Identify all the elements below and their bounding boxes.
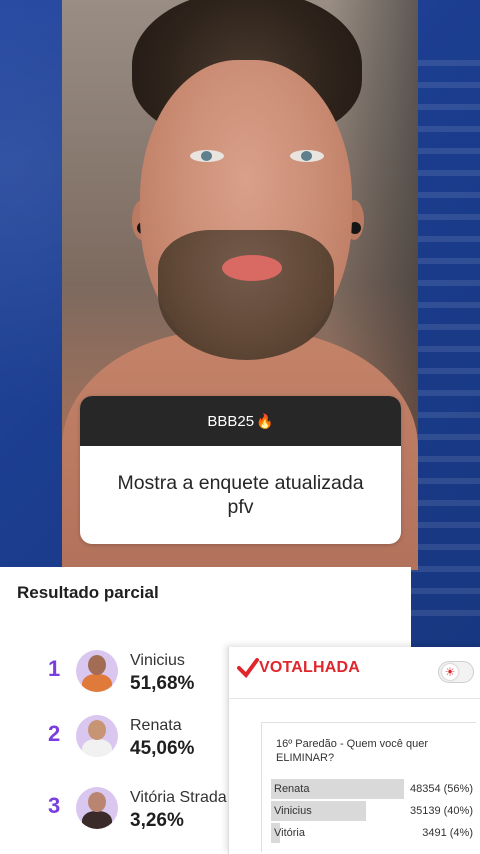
poll-box: 16º Paredão - Quem você quer ELIMINAR? R… <box>261 722 476 852</box>
candidate-percent: 51,68% <box>130 673 195 694</box>
votalhada-logo[interactable]: VOTALHADA <box>237 657 360 679</box>
question-sticker[interactable]: BBB25 🔥 Mostra a enquete atualizada pfv <box>80 396 401 544</box>
left-eye <box>190 150 224 162</box>
avatar <box>76 650 118 692</box>
candidate-name: Vinicius <box>130 652 185 669</box>
theme-toggle[interactable]: ☀ <box>438 661 474 683</box>
candidate-name: Renata <box>130 717 182 734</box>
avatar <box>76 787 118 829</box>
poll-option-row[interactable]: Renata 48354 (56%) <box>271 779 473 799</box>
beard <box>158 230 334 360</box>
candidate-percent: 45,06% <box>130 738 195 759</box>
poll-option-row[interactable]: Vinicius 35139 (40%) <box>271 801 473 821</box>
poll-option-label: Renata <box>274 783 310 795</box>
candidate-rank: 1 <box>48 656 61 681</box>
votalhada-header: VOTALHADA ☀ <box>229 647 480 699</box>
right-eye <box>290 150 324 162</box>
logo-text: VOTALHADA <box>259 659 361 676</box>
candidate-rank: 3 <box>48 793 61 818</box>
poll-option-value: 35139 (40%) <box>410 805 473 817</box>
mouth <box>222 255 282 281</box>
poll-question: 16º Paredão - Quem você quer ELIMINAR? <box>276 738 428 764</box>
poll-option-label: Vitória <box>274 827 305 839</box>
candidate-row[interactable]: 1 Vinicius 51,68% <box>0 642 240 702</box>
fire-icon: 🔥 <box>256 412 274 429</box>
poll-option-label: Vinicius <box>274 805 312 817</box>
checkmark-icon <box>237 657 259 679</box>
avatar <box>76 715 118 757</box>
sun-icon: ☀ <box>442 664 458 680</box>
question-text: Mostra a enquete atualizada pfv <box>117 472 364 518</box>
poll-option-row[interactable]: Vitória 3491 (4%) <box>271 823 473 843</box>
question-header: BBB25 🔥 <box>80 396 401 446</box>
votalhada-panel: VOTALHADA ☀ 16º Paredão - Quem você quer… <box>228 647 480 854</box>
question-header-text: BBB25 <box>207 412 255 430</box>
poll-option-value: 48354 (56%) <box>410 783 473 795</box>
results-title: Resultado parcial <box>17 583 159 602</box>
candidate-row[interactable]: 2 Renata 45,06% <box>0 707 240 767</box>
candidate-rank: 2 <box>48 721 61 746</box>
poll-option-value: 3491 (4%) <box>422 827 473 839</box>
candidate-name: Vitória Strada <box>130 789 227 806</box>
candidate-row[interactable]: 3 Vitória Strada 3,26% <box>0 779 240 839</box>
candidate-percent: 3,26% <box>130 810 184 831</box>
